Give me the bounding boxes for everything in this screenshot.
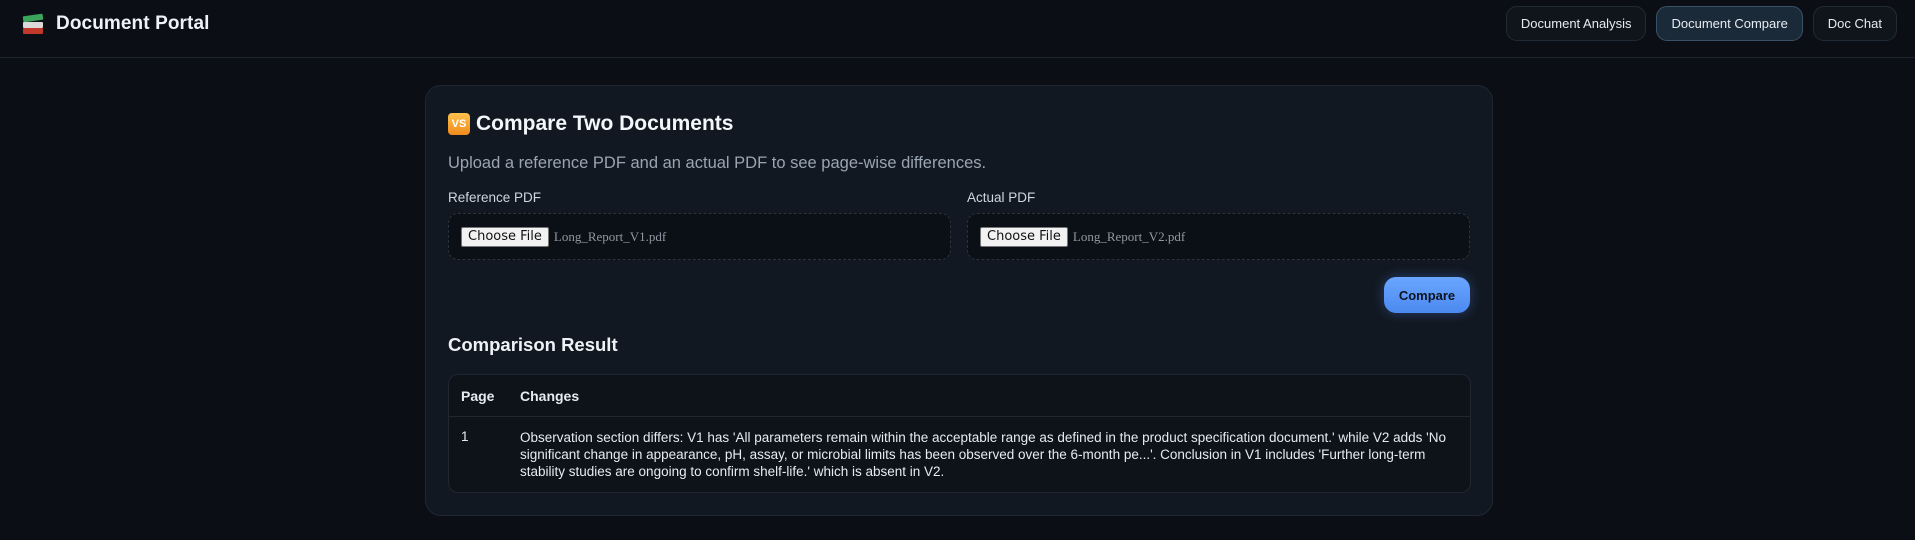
reference-choose-file-button[interactable]: Choose File [461, 226, 549, 247]
result-table: Page Changes 1 Observation section diffe… [448, 374, 1471, 493]
reference-pdf-input[interactable]: Choose File Long_Report_V1.pdf [448, 213, 951, 260]
table-row: 1 Observation section differs: V1 has 'A… [449, 417, 1470, 492]
actual-pdf-input[interactable]: Choose File Long_Report_V2.pdf [967, 213, 1470, 260]
vs-icon: VS [448, 113, 470, 135]
result-title: Comparison Result [448, 334, 618, 355]
reference-pdf-label: Reference PDF [448, 190, 542, 205]
top-nav: Document Analysis Document Compare Doc C… [1505, 6, 1897, 41]
nav-document-compare[interactable]: Document Compare [1656, 6, 1803, 41]
card-header: VS Compare Two Documents [448, 112, 733, 136]
reference-file-name: Long_Report_V1.pdf [553, 228, 667, 244]
nav-document-analysis[interactable]: Document Analysis [1505, 6, 1647, 41]
top-bar: Document Portal Document Analysis Docume… [0, 0, 1915, 58]
app-title: Document Portal [56, 13, 210, 34]
cell-page: 1 [461, 429, 469, 444]
actual-file-name: Long_Report_V2.pdf [1072, 228, 1186, 244]
table-header: Page Changes [449, 375, 1470, 417]
card-title: Compare Two Documents [476, 112, 734, 135]
compare-button[interactable]: Compare [1384, 277, 1470, 313]
cell-changes: Observation section differs: V1 has 'All… [520, 430, 1446, 479]
brand: Document Portal [22, 10, 210, 38]
column-header-changes: Changes [520, 388, 580, 404]
actual-pdf-label: Actual PDF [967, 190, 1036, 205]
compare-card: VS Compare Two Documents Upload a refere… [425, 85, 1493, 516]
actual-choose-file-button[interactable]: Choose File [980, 226, 1068, 247]
column-header-page: Page [461, 388, 495, 404]
card-subtitle: Upload a reference PDF and an actual PDF… [448, 154, 987, 172]
nav-doc-chat[interactable]: Doc Chat [1812, 6, 1897, 41]
books-icon [22, 12, 44, 36]
